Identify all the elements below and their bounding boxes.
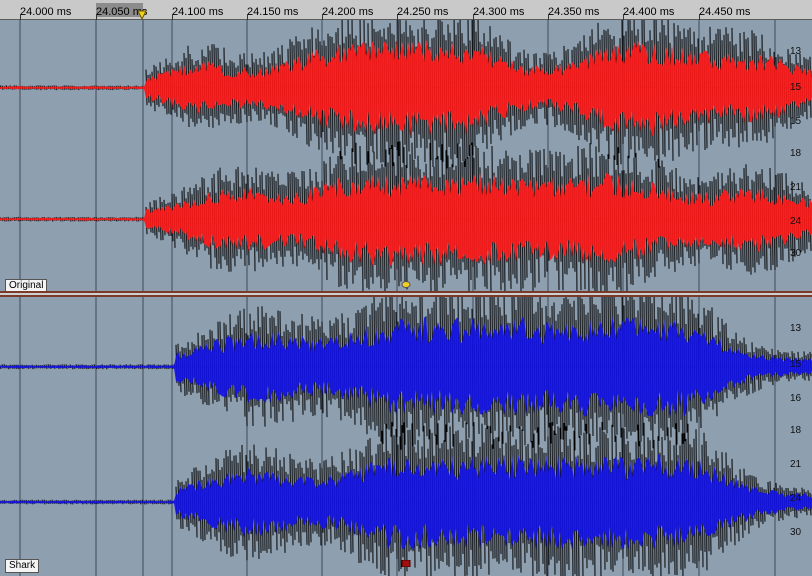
track-shark[interactable]: 13 15 16 18 21 24 30 Shark — [0, 297, 812, 576]
db-label: 16 — [790, 393, 802, 404]
ruler-tick-label: 24.450 ms — [699, 6, 751, 18]
db-label: 24 — [790, 216, 802, 227]
db-label: 13 — [790, 46, 802, 57]
db-label: 30 — [790, 527, 802, 538]
db-label: 15 — [790, 82, 802, 93]
marker-flag-icon[interactable] — [401, 281, 411, 288]
db-label: 24 — [790, 493, 802, 504]
db-label: 21 — [790, 182, 802, 193]
db-label: 21 — [790, 459, 802, 470]
ruler-tick-label: 24.000 ms — [20, 6, 72, 18]
db-label: 18 — [790, 425, 802, 436]
ruler-tick-label: 24.100 ms — [172, 6, 224, 18]
waveform-original[interactable] — [0, 20, 812, 291]
ruler-tick-label: 24.150 ms — [247, 6, 299, 18]
cursor-triangle-icon[interactable] — [137, 10, 147, 20]
db-label: 18 — [790, 148, 802, 159]
track-original[interactable]: 13 15 15 18 21 24 30 Original — [0, 20, 812, 291]
db-label: 15 — [790, 116, 802, 127]
db-label: 15 — [790, 359, 802, 370]
ruler-tick-label: 24.350 ms — [548, 6, 600, 18]
time-ruler[interactable]: 24.000 ms 24.050 ms 24.100 ms 24.150 ms … — [0, 0, 812, 20]
ruler-tick-label: 24.250 ms — [397, 6, 449, 18]
db-label: 13 — [790, 323, 802, 334]
ruler-tick-label: 24.300 ms — [473, 6, 525, 18]
marker-flag-icon[interactable] — [401, 560, 411, 567]
db-label: 30 — [790, 248, 802, 259]
ruler-tick-label: 24.200 ms — [322, 6, 374, 18]
ruler-tick-label: 24.400 ms — [623, 6, 675, 18]
waveform-shark[interactable] — [0, 297, 812, 576]
track-name-label[interactable]: Shark — [5, 559, 40, 573]
track-name-label[interactable]: Original — [5, 279, 48, 291]
